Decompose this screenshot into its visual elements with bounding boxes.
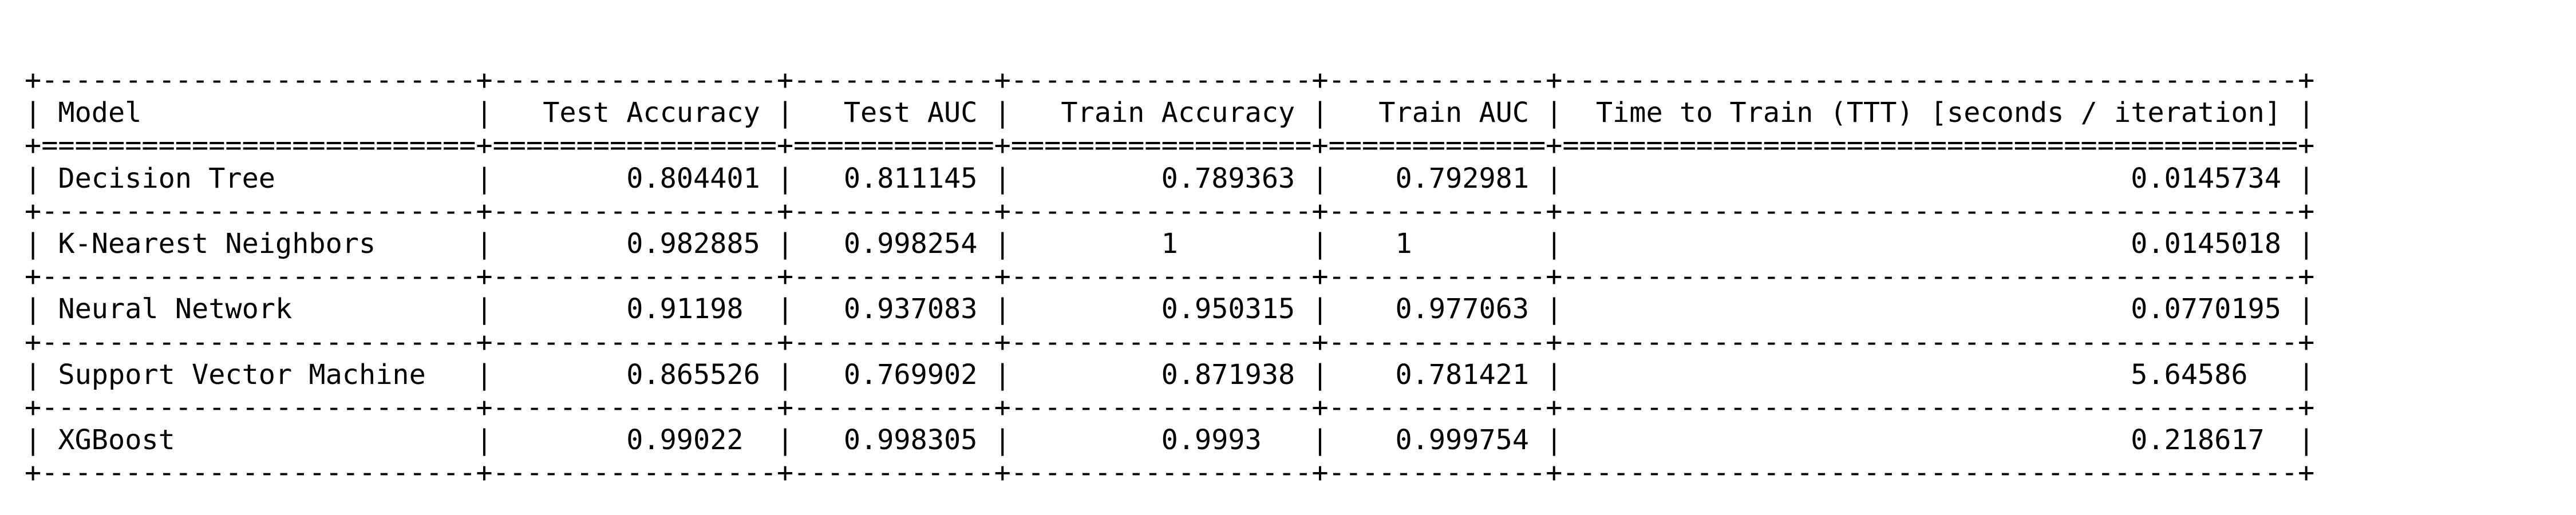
metric-cell: 0.0145018: [1579, 228, 2282, 260]
metric-cell: 0.789363: [1028, 162, 1295, 195]
metric-cell: 0.792981: [1345, 162, 1530, 195]
metric-cell: 0.0770195: [1579, 293, 2282, 326]
metric-cell: 0.99022: [509, 424, 760, 457]
metric-cell: 0.781421: [1345, 358, 1530, 391]
model-name-cell: Neural Network: [58, 293, 460, 326]
metric-cell: 0.982885: [509, 228, 760, 260]
column-header: Test Accuracy: [509, 97, 760, 129]
model-name-cell: Decision Tree: [58, 162, 460, 195]
metric-cell: 0.999754: [1345, 424, 1530, 457]
ascii-grid-table: +--------------------------+------------…: [25, 64, 2315, 489]
column-header: Test AUC: [810, 97, 978, 129]
metric-cell: 0.0145734: [1579, 162, 2282, 195]
metric-cell: 0.811145: [810, 162, 978, 195]
metric-cell: 0.998254: [810, 228, 978, 260]
metric-cell: 0.218617: [1579, 424, 2282, 457]
metric-cell: 5.64586: [1579, 358, 2282, 391]
metric-cell: 0.804401: [509, 162, 760, 195]
metric-cell: 0.865526: [509, 358, 760, 391]
metric-cell: 0.91198: [509, 293, 760, 326]
metric-cell: 0.871938: [1028, 358, 1295, 391]
model-name-cell: K-Nearest Neighbors: [58, 228, 460, 260]
metric-cell: 1: [1345, 228, 1530, 260]
metric-cell: 0.950315: [1028, 293, 1295, 326]
metric-cell: 0.998305: [810, 424, 978, 457]
metric-cell: 0.977063: [1345, 293, 1530, 326]
column-header: Train AUC: [1345, 97, 1530, 129]
metric-cell: 0.937083: [810, 293, 978, 326]
column-header: Train Accuracy: [1028, 97, 1295, 129]
model-name-cell: XGBoost: [58, 424, 460, 457]
column-header: Time to Train (TTT) [seconds / iteration…: [1579, 97, 2282, 129]
metric-cell: 1: [1028, 228, 1295, 260]
model-name-cell: Support Vector Machine: [58, 358, 460, 391]
column-header: Model: [58, 97, 460, 129]
metric-cell: 0.9993: [1028, 424, 1295, 457]
model-comparison-table: +--------------------------+------------…: [25, 64, 2314, 490]
metric-cell: 0.769902: [810, 358, 978, 391]
